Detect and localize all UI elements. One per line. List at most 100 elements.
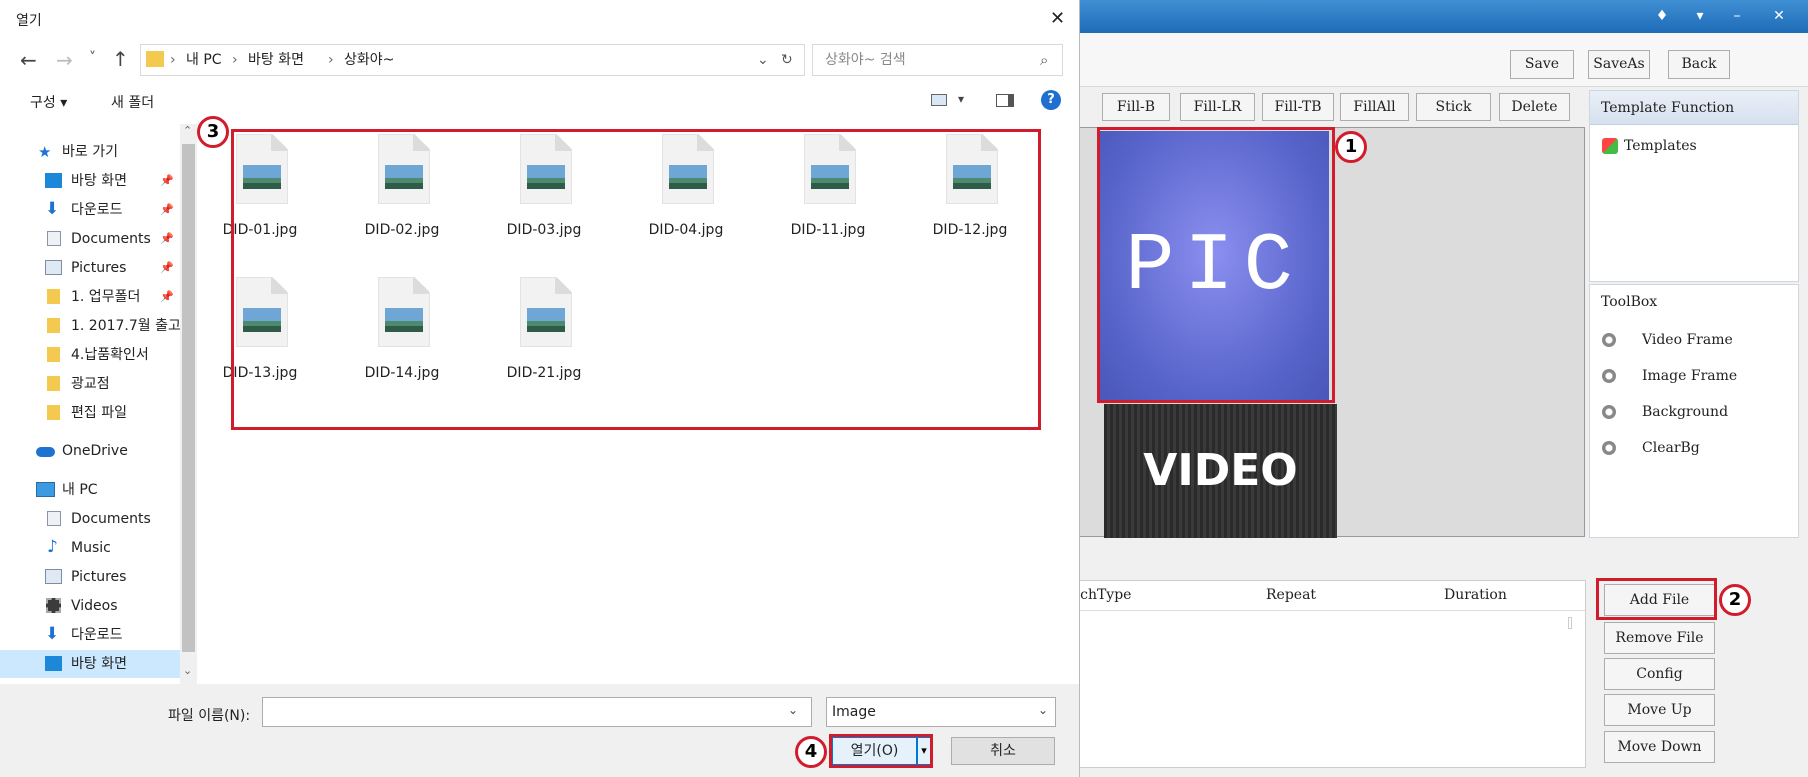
close-app-icon[interactable]: ✕ xyxy=(1764,5,1794,27)
toolbox-item-label: Background xyxy=(1642,404,1729,420)
nav-item-onedrive[interactable]: OneDrive xyxy=(0,437,180,465)
menu-down-icon[interactable]: ▾ xyxy=(1685,5,1715,27)
nav-item-documents-pinned[interactable]: Documents 📌 xyxy=(0,225,180,253)
nav-item-gwanggyo-folder[interactable]: 광교점 xyxy=(0,370,180,398)
playlist-table: itchType Repeat Duration xyxy=(1069,580,1586,768)
nav-item-pc-pictures[interactable]: Pictures xyxy=(0,563,180,591)
save-button[interactable]: Save xyxy=(1510,50,1574,79)
fill-tb-button[interactable]: Fill-TB xyxy=(1262,93,1334,121)
breadcrumb-item-pc[interactable]: 내 PC xyxy=(186,45,222,75)
preview-pane-icon[interactable] xyxy=(996,94,1014,107)
highlight-pic-frame xyxy=(1097,127,1335,403)
nav-item-label: 1. 업무폴더 xyxy=(71,289,141,305)
file-type-select[interactable]: Image xyxy=(826,697,1056,727)
scroll-up-icon[interactable]: ⌃ xyxy=(183,124,192,137)
nav-item-label: Pictures xyxy=(71,260,127,276)
up-arrow-icon[interactable]: ↑ xyxy=(112,47,129,71)
nav-item-label: 다운로드 xyxy=(71,202,123,218)
toolbox-panel: ToolBox Video Frame Image Frame Backgrou… xyxy=(1589,284,1799,538)
folder-icon xyxy=(146,51,164,67)
back-arrow-icon[interactable]: ← xyxy=(20,48,37,72)
config-button[interactable]: Config xyxy=(1604,658,1715,690)
nav-item-delivery-folder[interactable]: 4.납품확인서 xyxy=(0,341,180,369)
toolbox-item-label: ClearBg xyxy=(1642,440,1700,456)
nav-item-label: 바탕 화면 xyxy=(71,173,127,189)
folder-icon xyxy=(47,347,60,362)
video-frame[interactable]: VIDEO xyxy=(1104,404,1337,538)
toolbox-background[interactable]: Background xyxy=(1602,401,1728,423)
nav-item-work-folder[interactable]: 1. 업무폴더 📌 xyxy=(0,283,180,311)
nav-item-label: Documents xyxy=(71,231,151,247)
navigation-pane: ★ 바로 가기 바탕 화면 📌 ⬇ 다운로드 📌 Documents 📌 Pictures… xyxy=(0,124,198,684)
nav-item-2017-folder[interactable]: 1. 2017.7월 출고 xyxy=(0,312,180,340)
nav-item-pc-documents[interactable]: Documents xyxy=(0,505,180,533)
nav-item-desktop-pinned[interactable]: 바탕 화면 📌 xyxy=(0,167,180,195)
remove-file-button[interactable]: Remove File xyxy=(1604,622,1715,654)
fill-lr-button[interactable]: Fill-LR xyxy=(1180,93,1255,121)
nav-item-pictures-pinned[interactable]: Pictures 📌 xyxy=(0,254,180,282)
nav-item-pc-downloads[interactable]: ⬇ 다운로드 xyxy=(0,621,180,649)
move-down-button[interactable]: Move Down xyxy=(1604,731,1715,763)
breadcrumb-item-desktop[interactable]: 바탕 화면 xyxy=(248,45,304,75)
scroll-thumb[interactable] xyxy=(182,144,195,652)
nav-item-label: 다운로드 xyxy=(71,627,123,643)
recent-locations-icon[interactable]: ˅ xyxy=(89,50,96,66)
search-input[interactable]: 상화야~ 검색 xyxy=(812,44,1063,76)
star-icon: ★ xyxy=(38,143,52,161)
nav-item-music[interactable]: ♪ Music xyxy=(0,534,180,562)
annotation-badge-4: 4 xyxy=(795,736,827,768)
folder-icon xyxy=(47,318,60,333)
column-repeat: Repeat xyxy=(1266,587,1317,603)
refresh-icon[interactable]: ↻ xyxy=(781,45,793,75)
nav-item-edit-folder[interactable]: 편집 파일 xyxy=(0,399,180,427)
app-toolbar: Save SaveAs Back xyxy=(1069,33,1808,87)
move-up-button[interactable]: Move Up xyxy=(1604,694,1715,726)
pin-icon: 📌 xyxy=(160,232,174,245)
fill-b-button[interactable]: Fill-B xyxy=(1102,93,1170,121)
cloud-icon xyxy=(36,447,55,457)
nav-scrollbar[interactable]: ⌃ ⌄ xyxy=(180,124,197,684)
save-as-button[interactable]: SaveAs xyxy=(1588,50,1650,79)
template-function-panel: Template Function Templates xyxy=(1589,90,1799,282)
breadcrumb-sep: › xyxy=(170,52,176,68)
delete-button[interactable]: Delete xyxy=(1499,93,1570,121)
view-dropdown-icon[interactable]: ▾ xyxy=(958,92,964,106)
nav-item-quick-access[interactable]: ★ 바로 가기 xyxy=(0,138,180,166)
playlist-scrollbar[interactable] xyxy=(1568,617,1572,629)
pin-icon: 📌 xyxy=(160,203,174,216)
organize-menu[interactable]: 구성 ▾ xyxy=(30,92,67,112)
nav-item-downloads-pinned[interactable]: ⬇ 다운로드 📌 xyxy=(0,196,180,224)
desktop-icon xyxy=(45,656,62,671)
nav-item-pc-desktop-selected[interactable]: 바탕 화면 xyxy=(0,650,180,678)
fill-all-button[interactable]: FillAll xyxy=(1340,93,1409,121)
dialog-titlebar: 열기 ✕ xyxy=(0,0,1079,40)
breadcrumb-item-folder[interactable]: 상화야~ xyxy=(344,45,394,75)
forward-arrow-icon[interactable]: → xyxy=(56,48,73,72)
file-type-chevron-icon[interactable]: ⌄ xyxy=(1038,703,1048,717)
minimize-icon[interactable]: – xyxy=(1722,5,1752,27)
toolbox-clearbg[interactable]: ClearBg xyxy=(1602,437,1700,459)
view-options-icon[interactable] xyxy=(931,94,947,106)
cancel-button[interactable]: 취소 xyxy=(951,737,1055,765)
filename-dropdown-icon[interactable]: ⌄ xyxy=(788,703,798,717)
document-icon xyxy=(47,231,61,246)
toolbox-video-frame[interactable]: Video Frame xyxy=(1602,329,1733,351)
address-bar[interactable]: › 내 PC › 바탕 화면 › 상화야~ ⌄ ↻ xyxy=(140,44,805,76)
new-folder-button[interactable]: 새 폴더 xyxy=(111,92,154,112)
help-icon[interactable]: ? xyxy=(1041,90,1061,110)
search-icon[interactable]: ⌕ xyxy=(1040,51,1048,69)
pin-icon: 📌 xyxy=(160,174,174,187)
nav-item-videos[interactable]: Videos xyxy=(0,592,180,620)
command-bar: 구성 ▾ 새 폴더 ▾ ? xyxy=(0,84,1079,124)
filename-input[interactable] xyxy=(262,697,812,727)
scroll-down-icon[interactable]: ⌄ xyxy=(183,664,192,677)
shirt-icon[interactable]: ♦ xyxy=(1647,5,1677,27)
chevron-down-icon[interactable]: ⌄ xyxy=(757,45,769,75)
templates-item[interactable]: Templates xyxy=(1602,135,1697,157)
toolbox-image-frame[interactable]: Image Frame xyxy=(1602,365,1737,387)
nav-item-this-pc[interactable]: 내 PC xyxy=(0,476,180,504)
back-button[interactable]: Back xyxy=(1668,50,1730,79)
templates-icon xyxy=(1602,138,1618,154)
stick-button[interactable]: Stick xyxy=(1416,93,1491,121)
close-icon[interactable]: ✕ xyxy=(1050,8,1065,29)
